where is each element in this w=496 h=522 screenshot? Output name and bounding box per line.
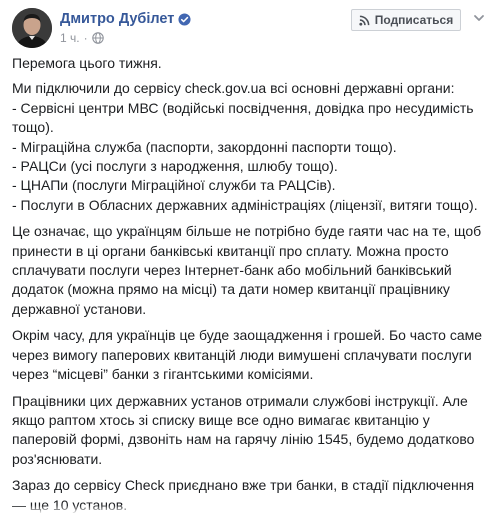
post-text-line: Зараз до сервісу Check приєднано вже три… (12, 477, 475, 494)
author-avatar[interactable] (12, 8, 52, 48)
post-paragraph: Працівники цих державних установ отримал… (12, 392, 486, 470)
avatar-photo (12, 8, 52, 48)
author-name-link[interactable]: Дмитро Дубілет (60, 11, 174, 27)
post-paragraph: Ми підключили до сервісу check.gov.ua вс… (12, 79, 486, 215)
post-text-line: Працівники цих державних установ отримал… (12, 392, 468, 409)
globe-icon[interactable] (91, 32, 104, 44)
post-text-line: через “місцеві” банки з гігантськими ком… (12, 366, 314, 383)
chevron-down-icon[interactable] (472, 11, 486, 25)
post-text-line: - Послуги в Обласних державних адміністр… (12, 196, 478, 213)
post-paragraph: Це означає, що українцям більше не потрі… (12, 222, 486, 319)
post-text-line: - РАЦСи (усі послуги з народження, шлюбу… (12, 158, 338, 175)
post-text-line: принести в ці органи банківські квитанці… (12, 242, 449, 259)
post-text-line: сплачувати послуги через Інтернет-банк а… (12, 262, 452, 279)
post-text-line: якщо раптом хтось зі списку вище все одн… (12, 411, 430, 428)
post-text-line: Окрім часу, для українців це буде заощад… (12, 327, 483, 344)
post-paragraph: Перемога цього тижня. (12, 54, 486, 73)
subscribe-button[interactable]: Подписаться (351, 9, 461, 31)
post-text-line: - ЦНАПи (послуги Міграційної служби та Р… (12, 177, 336, 194)
subscribe-label: Подписаться (374, 13, 454, 27)
post-text-line: через вимогу паперових квитанцій люди ви… (12, 346, 472, 363)
post-text-line: додаток (можна прямо на місці) та дати н… (12, 281, 450, 298)
post-paragraph: Окрім часу, для українців це буде заощад… (12, 326, 486, 384)
post-text-line: паперовій формі, дзвоніть нам на гарячу … (12, 431, 475, 448)
post-text-line: державної установи. (12, 300, 147, 317)
post-text-line: роз'яснювати. (12, 450, 103, 467)
verified-badge-icon (178, 12, 191, 26)
rss-icon (359, 15, 370, 26)
bottom-fade (0, 505, 496, 513)
author-row: Дмитро Дубілет (60, 10, 191, 28)
post-text: Перемога цього тижня. Ми підключили до се… (12, 54, 486, 522)
post-text-line: Ми підключили до сервісу check.gov.ua вс… (12, 80, 455, 97)
facebook-post-card: Дмитро Дубілет 1 ч. · Подписаться Перемо… (0, 0, 496, 513)
post-meta: 1 ч. · (60, 30, 104, 46)
post-text-line: - Сервісні центри МВС (водійські посвідч… (12, 99, 474, 116)
post-text-line: тощо). (12, 119, 54, 136)
post-text-line: Перемога цього тижня. (12, 55, 162, 71)
post-text-line: - Міграційна служба (паспорти, закордонн… (12, 138, 397, 155)
post-text-line: Це означає, що українцям більше не потрі… (12, 223, 482, 240)
meta-separator: · (83, 31, 88, 45)
post-timestamp-link[interactable]: 1 ч. (60, 31, 80, 45)
